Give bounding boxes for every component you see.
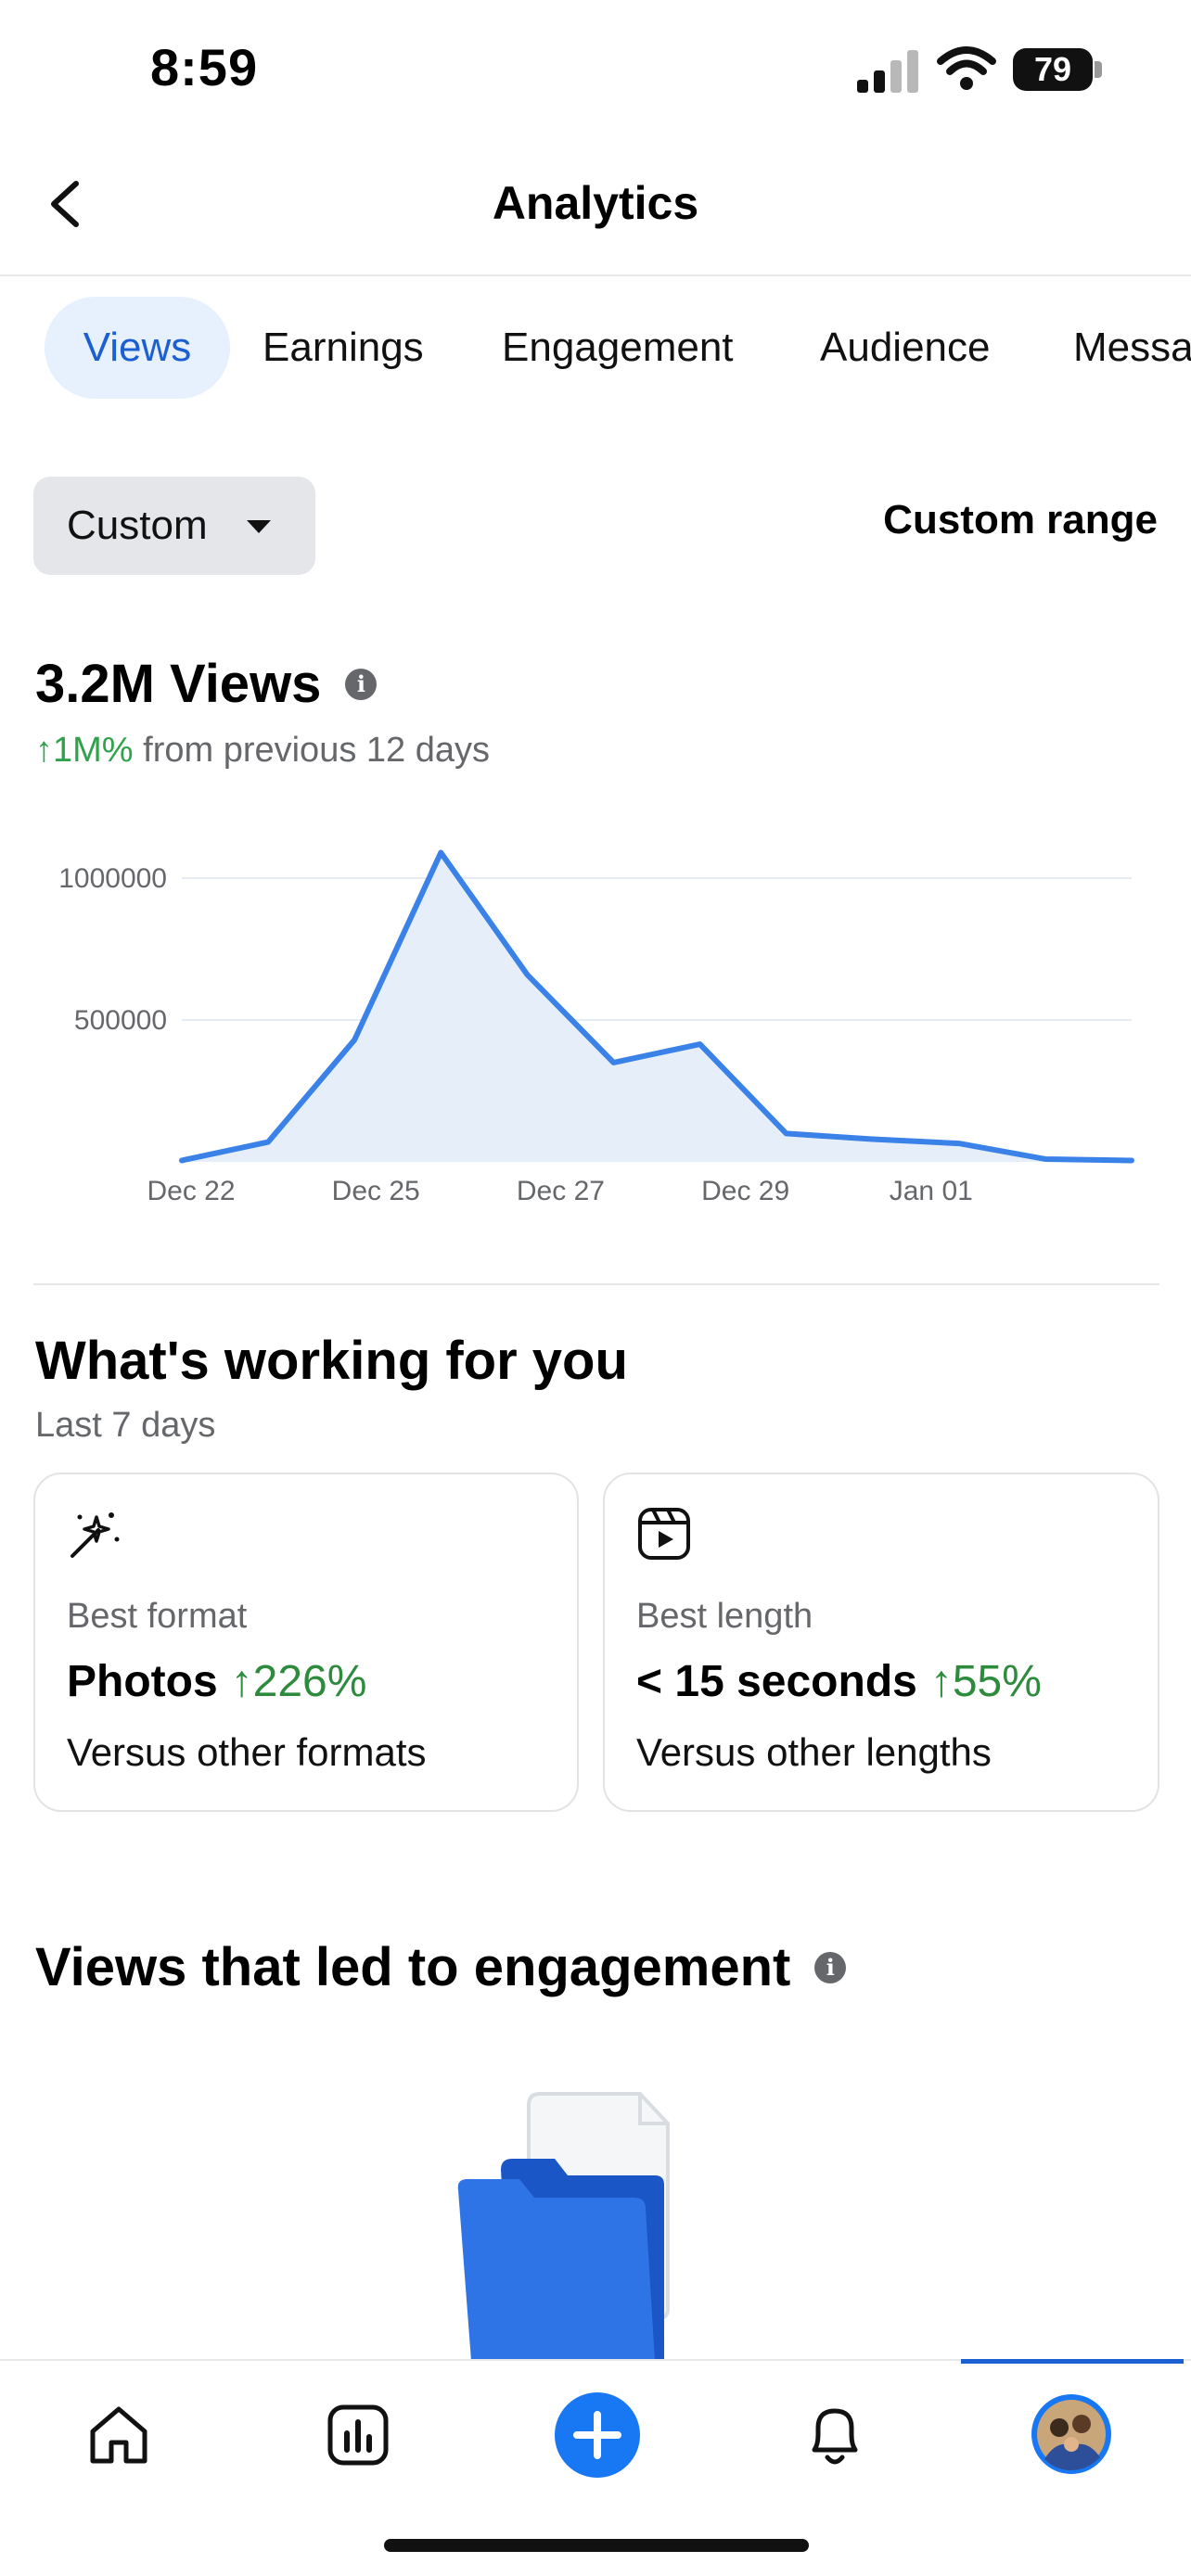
y-tick-label: 1000000: [58, 863, 167, 894]
period-dropdown[interactable]: Custom: [33, 477, 315, 575]
best-format-change: ↑226%: [230, 1657, 367, 1706]
best-format-card[interactable]: Best format Photos ↑226% Versus other for…: [33, 1473, 579, 1812]
views-change-text: from previous 12 days: [133, 731, 490, 770]
x-tick-label: Jan 01: [890, 1176, 973, 1206]
home-indicator: [384, 2539, 809, 2552]
insights-icon[interactable]: [325, 2402, 391, 2468]
working-title: What's working for you: [35, 1331, 628, 1391]
best-length-card[interactable]: Best length < 15 seconds ↑55% Versus othe…: [603, 1473, 1159, 1812]
best-length-label: Best length: [636, 1597, 813, 1636]
best-format-name: Photos: [67, 1657, 218, 1706]
battery-indicator: 79: [1013, 48, 1093, 91]
series-area: [182, 852, 1132, 1162]
home-icon[interactable]: [85, 2402, 152, 2468]
status-time: 8:59: [150, 38, 259, 96]
battery-tip: [1095, 61, 1102, 78]
cellular-signal-icon: [857, 50, 918, 93]
period-dropdown-label: Custom: [67, 503, 208, 548]
engagement-title-text: Views that led to engagement: [35, 1937, 791, 1997]
views-change-value: ↑1M%: [35, 731, 134, 770]
profile-avatar[interactable]: [1030, 2392, 1113, 2476]
views-total: 3.2M Views i: [35, 653, 378, 715]
notifications-icon[interactable]: [801, 2400, 868, 2470]
y-tick-label: 500000: [74, 1005, 167, 1036]
best-format-label: Best format: [67, 1597, 248, 1636]
x-tick-label: Dec 25: [332, 1176, 420, 1206]
empty-folder-illustration: [457, 2092, 670, 2361]
working-subtitle: Last 7 days: [35, 1406, 216, 1445]
wifi-icon: [937, 46, 996, 90]
x-tick-label: Dec 22: [147, 1176, 235, 1206]
engagement-info-icon[interactable]: i: [814, 1951, 847, 1983]
views-chart: 1000000 500000 Dec 22 Dec 25 Dec 27 Dec 29 Jan…: [58, 849, 1134, 1206]
tab-audience[interactable]: Audience: [820, 297, 990, 399]
page-title: Analytics: [492, 177, 699, 229]
best-format-value: Photos ↑226%: [67, 1656, 366, 1707]
header-divider: [0, 274, 1191, 276]
best-length-value: < 15 seconds ↑55%: [636, 1656, 1042, 1707]
section-divider: [33, 1283, 1159, 1285]
best-length-versus: Versus other lengths: [636, 1730, 992, 1774]
x-tick-label: Dec 27: [517, 1176, 605, 1206]
best-length-name: < 15 seconds: [636, 1657, 917, 1706]
caret-down-icon: [247, 520, 271, 533]
views-total-value: 3.2M Views: [35, 654, 322, 714]
tab-views[interactable]: Views: [45, 297, 230, 399]
tab-messages[interactable]: Messa: [1073, 297, 1191, 399]
best-format-versus: Versus other formats: [67, 1730, 427, 1774]
views-change: ↑1M% from previous 12 days: [35, 731, 490, 771]
best-length-change: ↑55%: [929, 1657, 1042, 1706]
custom-range-link[interactable]: Custom range: [835, 497, 1158, 543]
reels-icon: [638, 1508, 690, 1560]
tab-engagement[interactable]: Engagement: [502, 297, 734, 399]
tab-bar: Views Earnings Engagement Audience Messa: [0, 297, 1191, 399]
info-icon[interactable]: i: [345, 668, 378, 700]
create-icon[interactable]: [553, 2391, 642, 2480]
x-tick-label: Dec 29: [701, 1176, 789, 1206]
engagement-title: Views that led to engagement i: [35, 1936, 847, 1998]
nav-active-indicator: [961, 2359, 1184, 2364]
magic-wand-icon: [70, 1512, 120, 1558]
tab-earnings[interactable]: Earnings: [263, 297, 424, 399]
